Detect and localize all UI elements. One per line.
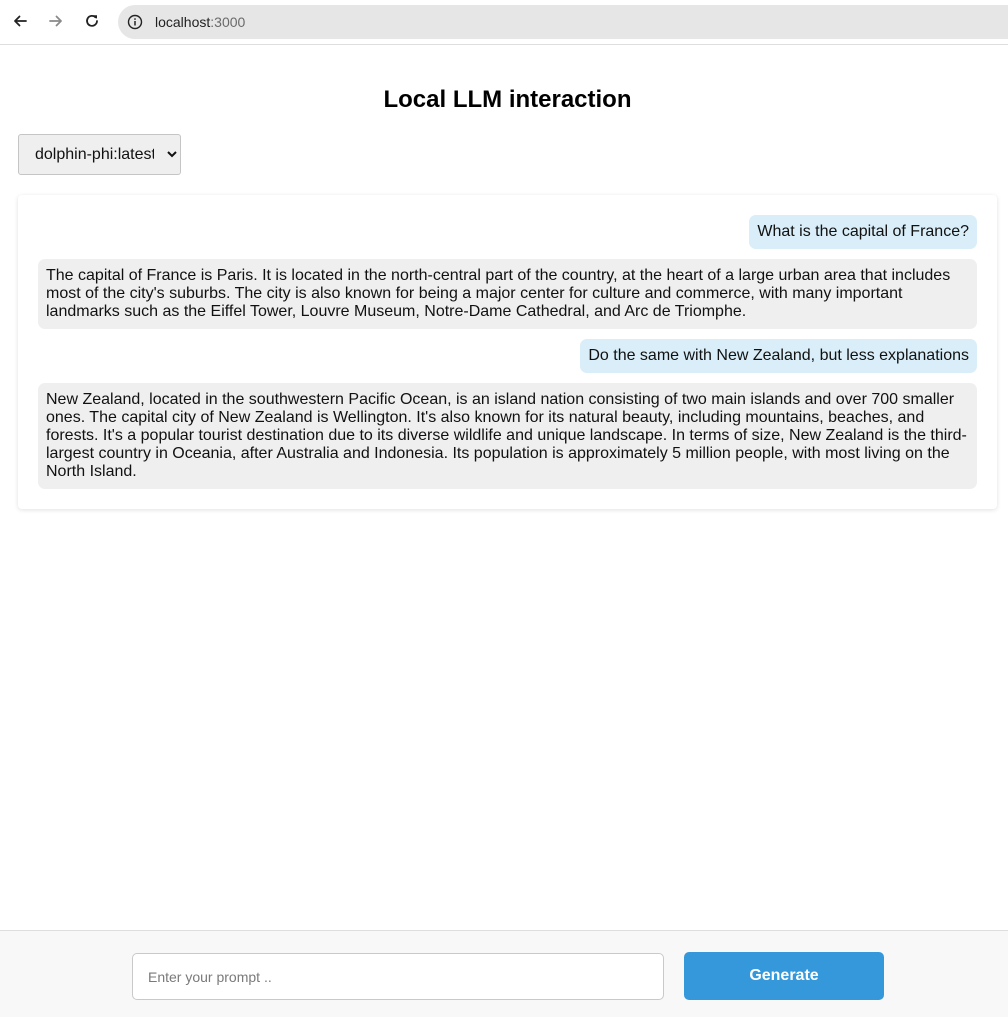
- user-message: Do the same with New Zealand, but less e…: [580, 339, 977, 373]
- page-title: Local LLM interaction: [383, 86, 632, 113]
- forward-button[interactable]: [42, 7, 70, 35]
- prompt-bar: Generate: [0, 930, 1008, 1017]
- user-message: What is the capital of France?: [749, 215, 977, 249]
- url-port: :3000: [210, 14, 246, 30]
- model-select[interactable]: dolphin-phi:latest: [18, 134, 181, 175]
- prompt-input[interactable]: [132, 953, 664, 1000]
- address-bar[interactable]: localhost:3000: [118, 5, 1008, 39]
- reload-button[interactable]: [78, 7, 106, 35]
- url-text: localhost:3000: [155, 14, 245, 30]
- info-icon[interactable]: [126, 13, 144, 31]
- reload-icon: [86, 14, 98, 27]
- arrow-right-icon: [49, 15, 62, 27]
- browser-toolbar: localhost:3000: [0, 0, 1008, 45]
- back-button[interactable]: [6, 7, 34, 35]
- generate-button[interactable]: Generate: [684, 952, 884, 1000]
- arrow-left-icon: [14, 15, 27, 27]
- assistant-message: The capital of France is Paris. It is lo…: [38, 259, 977, 329]
- assistant-message: New Zealand, located in the southwestern…: [38, 383, 977, 489]
- chat-history: What is the capital of France? The capit…: [18, 195, 997, 509]
- url-host: localhost: [155, 14, 211, 30]
